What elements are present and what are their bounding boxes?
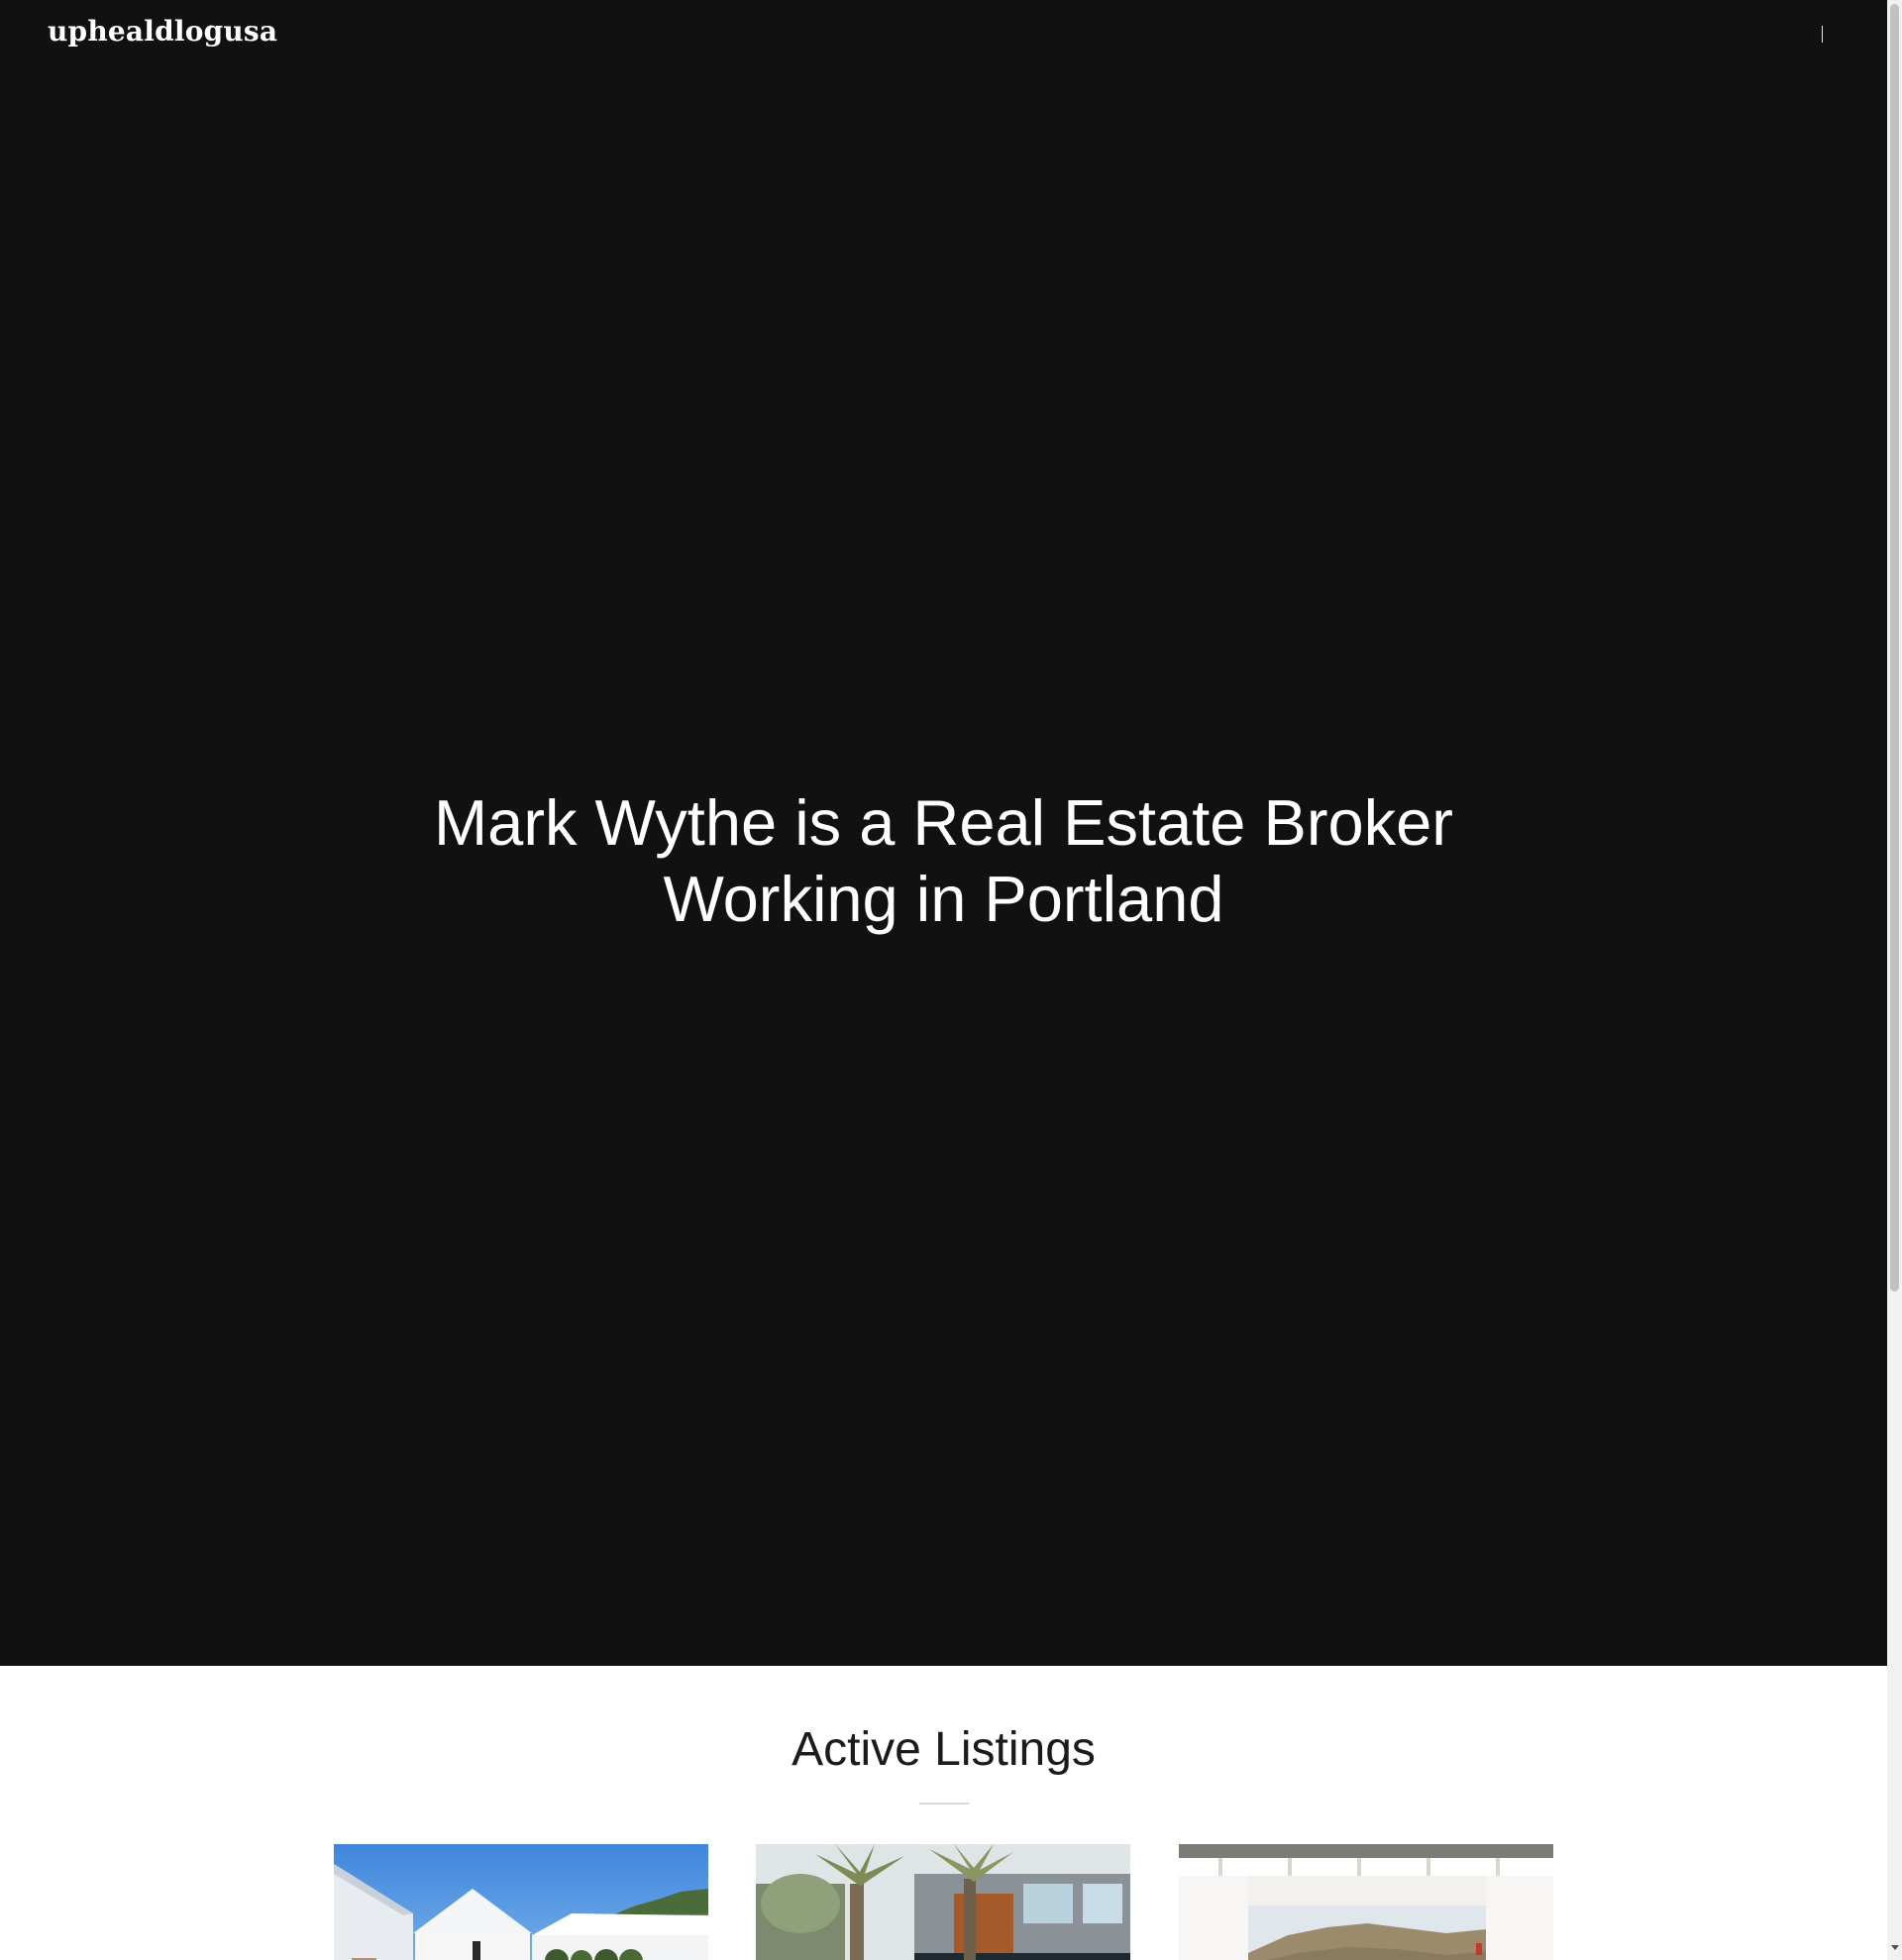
hero-section: uphealdlogusa Mark Wythe is a Real Estat… (0, 0, 1887, 1666)
hero-title-line-2: Working in Portland (663, 863, 1224, 935)
page-scrollbar[interactable] (1887, 0, 1902, 1960)
listing-card-3[interactable] (1179, 1844, 1553, 1960)
page: uphealdlogusa Mark Wythe is a Real Estat… (0, 0, 1887, 1960)
section-divider (919, 1803, 969, 1805)
listing-photo-palm-house (756, 1844, 1130, 1960)
listing-card-1[interactable] (334, 1844, 708, 1960)
listing-photo-hillside-view (1179, 1844, 1553, 1960)
site-logo[interactable]: uphealdlogusa (48, 12, 277, 52)
hero-title-line-1: Mark Wythe is a Real Estate Broker (434, 786, 1453, 859)
site-header: uphealdlogusa (0, 0, 1887, 69)
listing-photo-farmhouse (334, 1844, 708, 1960)
active-listings-section: Active Listings (0, 1666, 1887, 1960)
scroll-down-arrow-icon[interactable] (1891, 1945, 1899, 1950)
hero-title: Mark Wythe is a Real Estate Broker Worki… (0, 784, 1887, 937)
listing-card-2[interactable] (756, 1844, 1130, 1960)
scrollbar-thumb[interactable] (1890, 4, 1899, 1291)
nav-divider (1822, 26, 1823, 43)
section-title: Active Listings (792, 1723, 1096, 1776)
